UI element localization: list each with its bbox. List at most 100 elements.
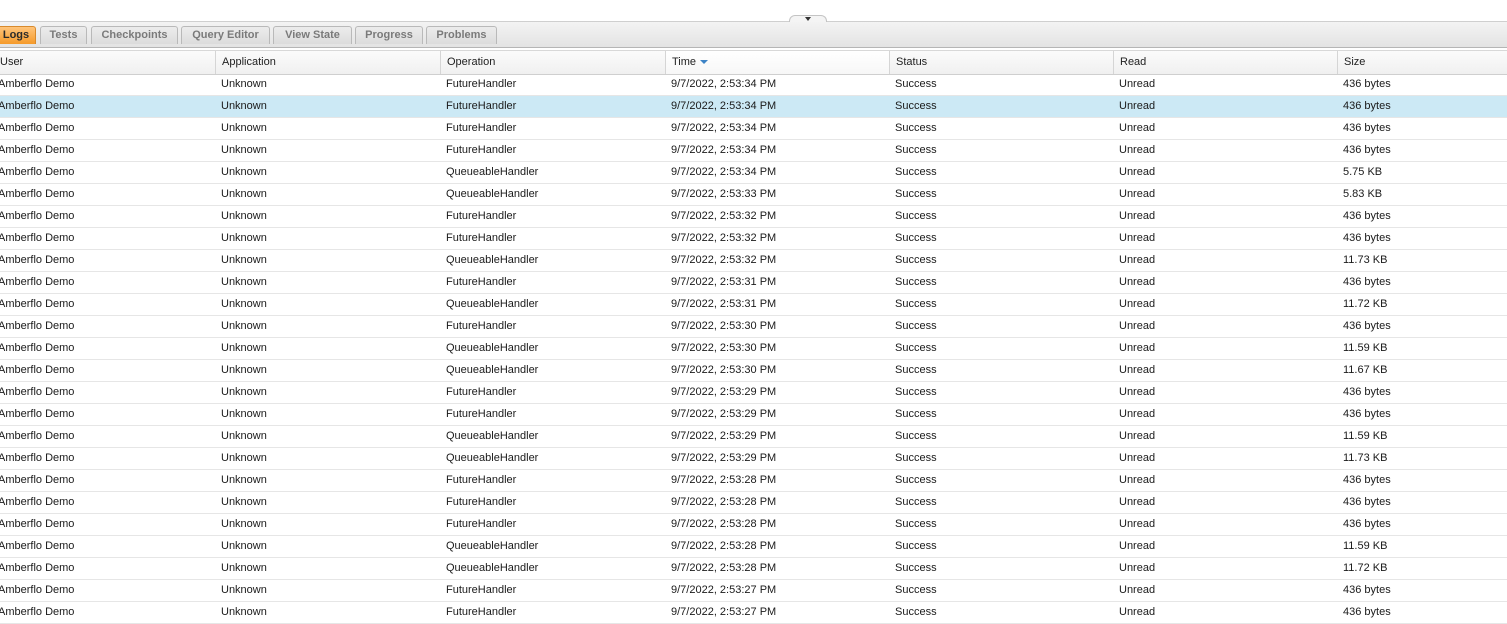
table-row[interactable]: Amberflo Demo Unknown QueueableHandler 9/7/… — [0, 426, 1507, 448]
cell-size: 436 bytes — [1343, 210, 1391, 222]
table-row[interactable]: Amberflo Demo Unknown QueueableHandler 9/7/… — [0, 162, 1507, 184]
cell-user: Amberflo Demo — [0, 408, 75, 420]
cell-read: Unread — [1119, 122, 1156, 134]
cell-read: Unread — [1119, 298, 1156, 310]
cell-read: Unread — [1119, 584, 1156, 596]
cell-user: Amberflo Demo — [0, 78, 75, 90]
cell-size: 436 bytes — [1343, 144, 1391, 156]
cell-status: Success — [895, 320, 937, 332]
cell-read: Unread — [1119, 320, 1156, 332]
table-row[interactable]: Amberflo Demo Unknown QueueableHandler 9/7/… — [0, 184, 1507, 206]
table-row[interactable]: Amberflo Demo Unknown FutureHandler 9/7/202… — [0, 118, 1507, 140]
cell-application: Unknown — [221, 276, 267, 288]
cell-application: Unknown — [221, 452, 267, 464]
table-row[interactable]: Amberflo Demo Unknown FutureHandler 9/7/202… — [0, 492, 1507, 514]
cell-operation: QueueableHandler — [446, 540, 539, 552]
table-row[interactable]: Amberflo Demo Unknown FutureHandler 9/7/202… — [0, 272, 1507, 294]
column-header-time[interactable]: Time — [665, 51, 889, 74]
cell-size: 436 bytes — [1343, 408, 1391, 420]
tab-view-state[interactable]: View State — [273, 26, 352, 44]
table-row[interactable]: Amberflo Demo Unknown FutureHandler 9/7/202… — [0, 580, 1507, 602]
column-header-size[interactable]: Size — [1337, 51, 1507, 74]
cell-size: 436 bytes — [1343, 320, 1391, 332]
chevron-down-icon[interactable] — [789, 15, 827, 22]
cell-time: 9/7/2022, 2:53:34 PM — [671, 100, 777, 112]
cell-read: Unread — [1119, 562, 1156, 574]
column-header-user[interactable]: User — [0, 51, 215, 74]
tab-query-editor[interactable]: Query Editor — [181, 26, 270, 44]
column-header-status[interactable]: Status — [889, 51, 1113, 74]
table-row[interactable]: Amberflo Demo Unknown FutureHandler 9/7/202… — [0, 382, 1507, 404]
table-row[interactable]: Amberflo Demo Unknown QueueableHandler 9/7/… — [0, 294, 1507, 316]
cell-operation: FutureHandler — [446, 386, 517, 398]
table-row[interactable]: Amberflo Demo Unknown FutureHandler 9/7/202… — [0, 404, 1507, 426]
table-row[interactable]: Amberflo Demo Unknown QueueableHandler 9/7/… — [0, 360, 1507, 382]
cell-application: Unknown — [221, 144, 267, 156]
cell-time: 9/7/2022, 2:53:30 PM — [671, 320, 777, 332]
table-row[interactable]: Amberflo Demo Unknown FutureHandler 9/7/202… — [0, 74, 1507, 96]
cell-size: 11.72 KB — [1343, 298, 1388, 310]
tab-progress[interactable]: Progress — [355, 26, 423, 44]
cell-read: Unread — [1119, 188, 1156, 200]
table-row[interactable]: Amberflo Demo Unknown FutureHandler 9/7/202… — [0, 96, 1507, 118]
table-row[interactable]: Amberflo Demo Unknown FutureHandler 9/7/202… — [0, 140, 1507, 162]
table-row[interactable]: Amberflo Demo Unknown QueueableHandler 9/7/… — [0, 338, 1507, 360]
cell-user: Amberflo Demo — [0, 232, 75, 244]
cell-application: Unknown — [221, 254, 267, 266]
cell-status: Success — [895, 606, 937, 618]
column-header-application[interactable]: Application — [215, 51, 440, 74]
tab-problems[interactable]: Problems — [426, 26, 497, 44]
table-row[interactable]: Amberflo Demo Unknown FutureHandler 9/7/202… — [0, 228, 1507, 250]
cell-status: Success — [895, 298, 937, 310]
cell-application: Unknown — [221, 386, 267, 398]
cell-size: 436 bytes — [1343, 78, 1391, 90]
cell-operation: FutureHandler — [446, 232, 517, 244]
table-row[interactable]: Amberflo Demo Unknown QueueableHandler 9/7/… — [0, 250, 1507, 272]
cell-application: Unknown — [221, 518, 267, 530]
column-header-read[interactable]: Read — [1113, 51, 1337, 74]
table-row[interactable]: Amberflo Demo Unknown FutureHandler 9/7/202… — [0, 316, 1507, 338]
cell-size: 11.73 KB — [1343, 452, 1388, 464]
table-row[interactable]: Amberflo Demo Unknown QueueableHandler 9/7/… — [0, 448, 1507, 470]
cell-size: 436 bytes — [1343, 496, 1391, 508]
tab-logs[interactable]: Logs — [0, 26, 36, 44]
table-row[interactable]: Amberflo Demo Unknown FutureHandler 9/7/202… — [0, 602, 1507, 624]
cell-user: Amberflo Demo — [0, 320, 75, 332]
cell-operation: QueueableHandler — [446, 188, 539, 200]
table-row[interactable]: Amberflo Demo Unknown FutureHandler 9/7/202… — [0, 514, 1507, 536]
cell-application: Unknown — [221, 496, 267, 508]
cell-read: Unread — [1119, 540, 1156, 552]
cell-time: 9/7/2022, 2:53:29 PM — [671, 386, 777, 398]
cell-read: Unread — [1119, 364, 1156, 376]
cell-application: Unknown — [221, 430, 267, 442]
column-label: Read — [1120, 56, 1147, 68]
table-row[interactable]: Amberflo Demo Unknown FutureHandler 9/7/202… — [0, 206, 1507, 228]
cell-operation: FutureHandler — [446, 144, 517, 156]
cell-status: Success — [895, 210, 937, 222]
cell-operation: FutureHandler — [446, 474, 517, 486]
cell-application: Unknown — [221, 210, 267, 222]
tab-checkpoints[interactable]: Checkpoints — [91, 26, 178, 44]
table-row[interactable]: Amberflo Demo Unknown QueueableHandler 9/7/… — [0, 536, 1507, 558]
cell-size: 436 bytes — [1343, 584, 1391, 596]
cell-time: 9/7/2022, 2:53:34 PM — [671, 78, 777, 90]
table-row[interactable]: Amberflo Demo Unknown QueueableHandler 9/7/… — [0, 558, 1507, 580]
cell-size: 436 bytes — [1343, 474, 1391, 486]
tab-tests[interactable]: Tests — [40, 26, 87, 44]
cell-status: Success — [895, 342, 937, 354]
cell-time: 9/7/2022, 2:53:31 PM — [671, 276, 777, 288]
cell-application: Unknown — [221, 474, 267, 486]
cell-application: Unknown — [221, 584, 267, 596]
column-header-operation[interactable]: Operation — [440, 51, 665, 74]
cell-user: Amberflo Demo — [0, 122, 75, 134]
cell-read: Unread — [1119, 78, 1156, 90]
cell-application: Unknown — [221, 122, 267, 134]
cell-application: Unknown — [221, 408, 267, 420]
table-row[interactable]: Amberflo Demo Unknown FutureHandler 9/7/202… — [0, 470, 1507, 492]
panel-splitter[interactable] — [0, 0, 1507, 22]
column-label: User — [0, 56, 24, 68]
cell-read: Unread — [1119, 518, 1156, 530]
cell-operation: FutureHandler — [446, 518, 517, 530]
cell-read: Unread — [1119, 232, 1156, 244]
cell-time: 9/7/2022, 2:53:28 PM — [671, 474, 777, 486]
